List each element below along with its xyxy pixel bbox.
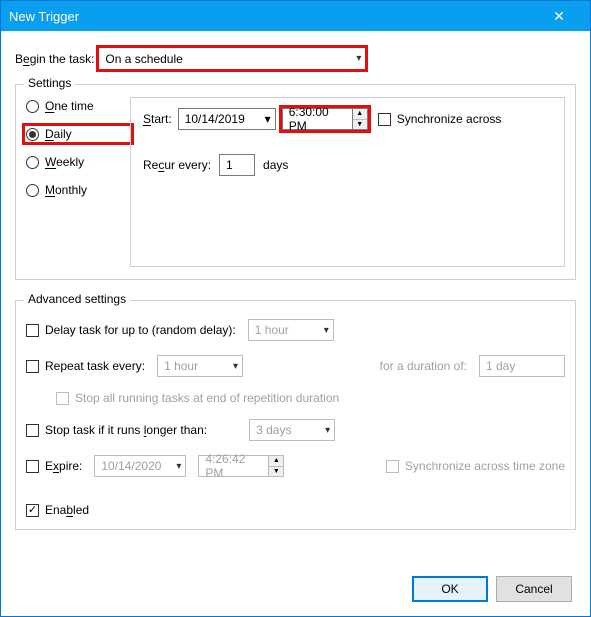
expire-time-input[interactable]: 4:26:42 PM — [198, 455, 268, 477]
settings-legend: Settings — [24, 76, 75, 90]
radio-one-time[interactable]: One time — [26, 99, 130, 113]
expire-date-select[interactable]: 10/14/2020 ▾ — [94, 455, 186, 477]
begin-task-label: Begin the task: — [15, 52, 94, 66]
repeat-select[interactable]: 1 hour ▾ — [157, 355, 243, 377]
chevron-down-icon: ▾ — [325, 425, 330, 436]
repeat-label: Repeat task every: — [45, 359, 145, 373]
sync-label: Synchronize across — [397, 112, 502, 126]
radio-monthly[interactable]: Monthly — [26, 183, 130, 197]
start-time-input[interactable]: 6:30:00 PM — [282, 108, 352, 130]
close-icon[interactable]: ✕ — [536, 1, 582, 31]
spinner-down-icon[interactable]: ▼ — [269, 467, 283, 477]
chevron-down-icon: ▾ — [356, 53, 361, 64]
duration-select: 1 day — [479, 355, 565, 377]
advanced-legend: Advanced settings — [24, 292, 130, 306]
radio-indicator — [26, 156, 39, 169]
radio-daily-label: Daily — [45, 127, 72, 141]
settings-fieldset: Settings One time Daily Weekly Monthly — [15, 84, 576, 280]
start-label: Start: — [143, 112, 172, 126]
stop-if-value: 3 days — [256, 423, 291, 437]
window-title: New Trigger — [9, 9, 536, 24]
expire-time-spinner[interactable]: ▲ ▼ — [268, 455, 284, 477]
start-time-wrap: 6:30:00 PM ▲ ▼ — [282, 108, 368, 130]
radio-weekly-label: Weekly — [45, 155, 84, 169]
delay-value: 1 hour — [255, 323, 289, 337]
chevron-down-icon: ▾ — [324, 325, 329, 336]
titlebar: New Trigger ✕ — [1, 1, 590, 31]
chevron-down-icon: ▾ — [176, 461, 181, 472]
stop-if-label: Stop task if it runs longer than: — [45, 423, 207, 437]
expire-checkbox[interactable] — [26, 460, 39, 473]
radio-daily[interactable]: Daily — [26, 127, 130, 141]
enabled-checkbox[interactable] — [26, 504, 39, 517]
duration-label: for a duration of: — [380, 359, 467, 373]
recur-input[interactable]: 1 — [219, 154, 255, 176]
begin-task-select[interactable]: On a schedule ▾ — [98, 47, 366, 70]
radio-indicator — [26, 184, 39, 197]
dialog-footer: OK Cancel — [412, 576, 572, 602]
delay-checkbox[interactable] — [26, 324, 39, 337]
radio-indicator — [26, 100, 39, 113]
expire-date-value: 10/14/2020 — [101, 459, 161, 473]
stop-if-checkbox[interactable] — [26, 424, 39, 437]
repeat-checkbox[interactable] — [26, 360, 39, 373]
start-date-select[interactable]: 10/14/2019 ▾ — [178, 108, 276, 130]
start-date-value: 10/14/2019 — [185, 112, 245, 126]
stop-if-select[interactable]: 3 days ▾ — [249, 419, 335, 441]
spinner-down-icon[interactable]: ▼ — [353, 120, 367, 130]
recur-label: Recur every: — [143, 158, 211, 172]
radio-monthly-label: Monthly — [45, 183, 87, 197]
chevron-down-icon: ▾ — [233, 361, 238, 372]
expire-label: Expire: — [45, 459, 82, 473]
sync-tz-checkbox — [386, 460, 399, 473]
ok-button[interactable]: OK — [412, 576, 488, 602]
repeat-value: 1 hour — [164, 359, 198, 373]
radio-onetime-label: One time — [45, 99, 94, 113]
advanced-fieldset: Advanced settings Delay task for up to (… — [15, 300, 576, 530]
chevron-down-icon: ▾ — [265, 112, 271, 126]
delay-select[interactable]: 1 hour ▾ — [248, 319, 334, 341]
recur-unit: days — [263, 158, 288, 172]
delay-label: Delay task for up to (random delay): — [45, 323, 236, 337]
radio-weekly[interactable]: Weekly — [26, 155, 130, 169]
time-spinner[interactable]: ▲ ▼ — [352, 108, 368, 130]
spinner-up-icon[interactable]: ▲ — [269, 456, 283, 467]
spinner-up-icon[interactable]: ▲ — [353, 109, 367, 120]
sync-checkbox[interactable] — [378, 113, 391, 126]
enabled-label: Enabled — [45, 503, 89, 517]
cancel-button[interactable]: Cancel — [496, 576, 572, 602]
stop-all-checkbox — [56, 392, 69, 405]
stop-all-label: Stop all running tasks at end of repetit… — [75, 391, 339, 405]
radio-indicator — [26, 128, 39, 141]
sync-tz-label: Synchronize across time zone — [405, 459, 565, 473]
begin-task-value: On a schedule — [105, 52, 182, 66]
duration-value: 1 day — [486, 359, 515, 373]
schedule-panel: Start: 10/14/2019 ▾ 6:30:00 PM ▲ ▼ — [130, 97, 565, 267]
